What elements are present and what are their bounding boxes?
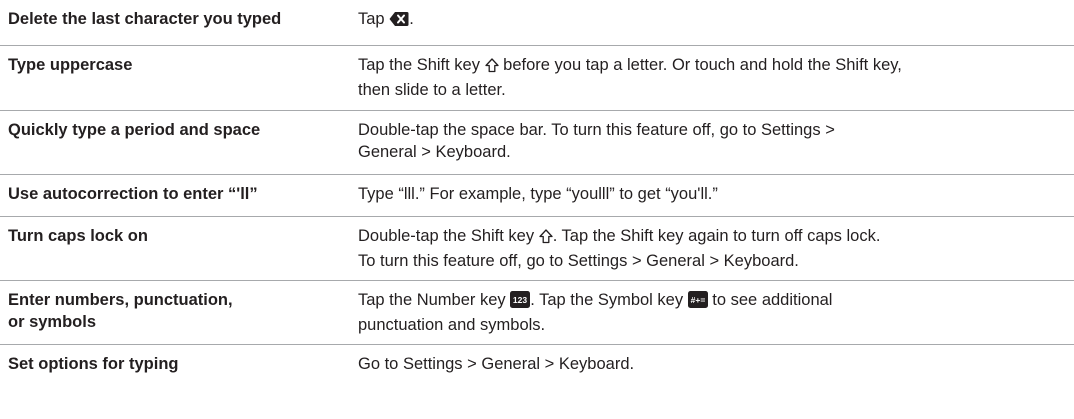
table-row: Delete the last character you typed Tap … bbox=[0, 0, 1074, 45]
table-row: Use autocorrection to enter “'ll” Type “… bbox=[0, 174, 1074, 216]
table-row: Quickly type a period and space Double-t… bbox=[0, 110, 1074, 174]
row-term: Enter numbers, punctuation, or symbols bbox=[8, 291, 233, 331]
shift-key-icon bbox=[539, 228, 553, 250]
shift-key-icon bbox=[484, 57, 499, 79]
row-term: Quickly type a period and space bbox=[8, 121, 261, 139]
row-term: Set options for typing bbox=[8, 355, 179, 373]
row-term: Delete the last character you typed bbox=[8, 10, 282, 28]
row-description: Tap the Shift key before you tap a lette… bbox=[358, 56, 902, 99]
number-key-icon: 123 bbox=[510, 291, 531, 314]
number-key-label: 123 bbox=[513, 295, 527, 305]
row-description: Double-tap the space bar. To turn this f… bbox=[358, 121, 835, 161]
table-row: Set options for typing Go to Settings > … bbox=[0, 344, 1074, 419]
table-row: Enter numbers, punctuation, or symbols T… bbox=[0, 280, 1074, 344]
row-term: Turn caps lock on bbox=[8, 227, 148, 245]
delete-key-icon bbox=[389, 11, 409, 33]
row-description: Tap the Number key 123. Tap the Symbol k… bbox=[358, 291, 833, 334]
table-row: Turn caps lock on Double-tap the Shift k… bbox=[0, 216, 1074, 280]
row-term: Use autocorrection to enter “'ll” bbox=[8, 185, 258, 203]
row-term: Type uppercase bbox=[8, 56, 133, 74]
keyboard-tips-table: Delete the last character you typed Tap … bbox=[0, 0, 1074, 419]
row-description: Double-tap the Shift key . Tap the Shift… bbox=[358, 227, 881, 270]
row-description: Tap . bbox=[358, 8, 1074, 45]
row-description: Type “lll.” For example, type “youlll” t… bbox=[358, 185, 718, 203]
table-row: Type uppercase Tap the Shift key before … bbox=[0, 45, 1074, 110]
symbol-key-icon: #+= bbox=[687, 291, 708, 314]
symbol-key-label: #+= bbox=[690, 295, 705, 305]
row-description: Go to Settings > General > Keyboard. bbox=[358, 355, 635, 373]
